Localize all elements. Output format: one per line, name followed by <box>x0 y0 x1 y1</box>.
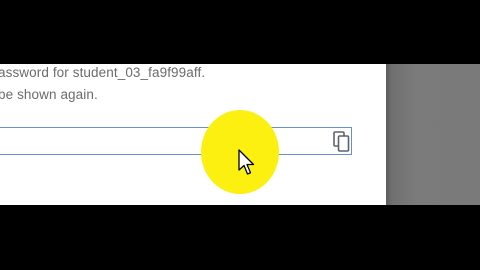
modal-backdrop <box>386 64 480 205</box>
letterbox-bottom <box>0 205 480 270</box>
password-field[interactable] <box>0 127 352 155</box>
video-frame: assword for student_03_fa9f99aff. be sho… <box>0 0 480 270</box>
copy-button[interactable] <box>331 130 353 154</box>
mouse-pointer-icon <box>238 149 256 179</box>
dialog-message-line-1: assword for student_03_fa9f99aff. <box>0 65 206 80</box>
dialog-message-line-2: be shown again. <box>0 87 98 102</box>
letterbox-top <box>0 0 480 64</box>
copy-icon <box>333 131 350 152</box>
